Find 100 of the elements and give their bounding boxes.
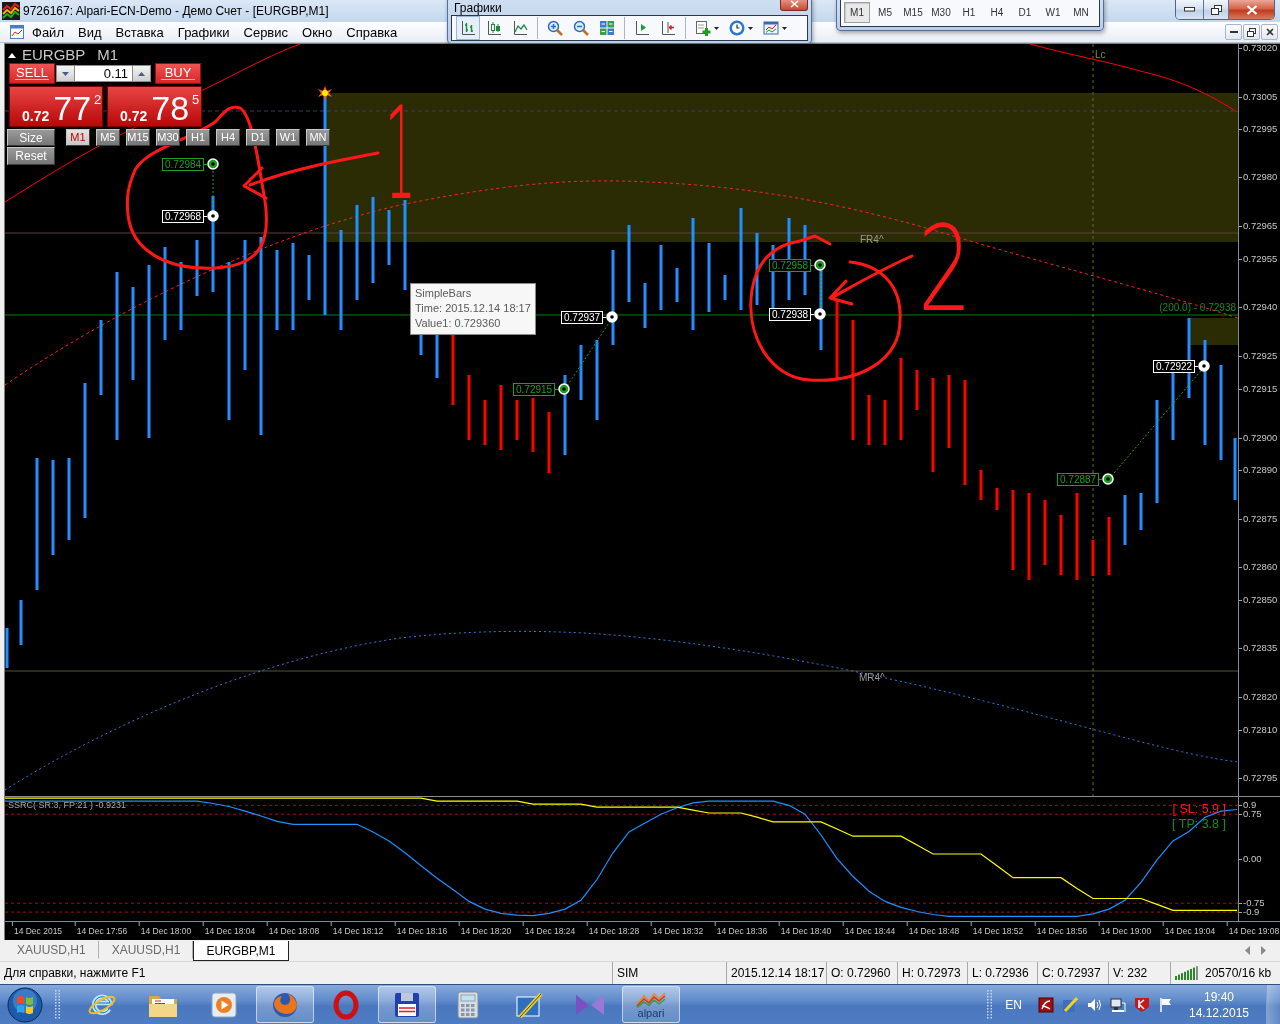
menu-item[interactable]: Графики (170, 22, 237, 42)
taskbar-button[interactable] (256, 986, 314, 1023)
app-logo-icon (2, 2, 20, 20)
period-button[interactable]: H1 (956, 2, 982, 23)
timeframe-button[interactable]: M1 (66, 129, 90, 146)
price-label: 0.72995 (1239, 123, 1278, 135)
chart-tab[interactable]: XAUUSD,H1 (4, 941, 99, 959)
axis-label: 0.00 (1239, 852, 1262, 865)
price-label: 0.72850 (1239, 594, 1278, 606)
period-button[interactable]: H4 (984, 2, 1010, 23)
high-price: H: 0.72973 (902, 966, 961, 980)
timeframe-button[interactable]: D1 (246, 129, 270, 146)
restore-button[interactable] (1243, 24, 1260, 40)
swirl-tile-icon[interactable] (1038, 996, 1054, 1013)
auto-scroll-icon (660, 20, 676, 36)
timeframe-button[interactable]: M5 (96, 129, 120, 146)
zoom-in-icon (547, 20, 563, 36)
price-label: 0.72820 (1239, 691, 1278, 703)
period-button[interactable]: M1 (844, 2, 870, 23)
line-label: FR4^ (860, 234, 884, 245)
timeframe-button[interactable]: W1 (276, 129, 300, 146)
menu-item[interactable]: Окно (295, 22, 340, 42)
price-tag: 0.72887 (1057, 472, 1100, 486)
help-text: Для справки, нажмите F1 (4, 966, 146, 980)
timeframe-button[interactable]: H1 (186, 129, 210, 146)
line-label: Lc (1095, 49, 1106, 60)
taskbar-button[interactable] (378, 986, 436, 1023)
timeframe-button[interactable]: M15 (126, 129, 150, 146)
caret-icon (782, 26, 787, 30)
restore-button[interactable] (1203, 0, 1228, 19)
shield-icon[interactable] (1134, 996, 1150, 1013)
network-icon[interactable] (1110, 996, 1126, 1013)
stop-loss-label: [ SL: 5.9 ] (1172, 802, 1226, 816)
minimize-button[interactable] (1225, 24, 1242, 40)
mode-label: SIM (617, 966, 639, 980)
period-button[interactable]: W1 (1040, 2, 1066, 23)
show-desktop-button[interactable] (1266, 984, 1280, 1024)
time-label: 14 Dec 18:28 (586, 922, 640, 937)
start-button[interactable] (5, 985, 45, 1024)
template-icon (763, 20, 779, 36)
period-button[interactable]: M5 (872, 2, 898, 23)
clock-icon (729, 20, 745, 36)
scroll-left-icon[interactable] (1245, 946, 1250, 955)
time-label: 14 Dec 18:52 (970, 922, 1024, 937)
time-label: 14 Dec 18:04 (202, 922, 256, 937)
close-button[interactable] (780, 0, 808, 11)
indicator-title: SSRC( SR:3, FP:21 ) -0.9231 (8, 800, 127, 811)
menu-item[interactable]: Справка (339, 22, 405, 42)
clock-time: 19:40 (1204, 988, 1234, 1005)
toolbar-window-title: Графики (453, 2, 502, 15)
timeframe-button[interactable]: H4 (216, 129, 240, 146)
period-button[interactable]: M15 (900, 2, 926, 23)
fox-globe-icon (271, 990, 299, 1019)
buy-button[interactable]: BUY (155, 63, 201, 84)
symbol-label: EURGBP (22, 47, 86, 63)
reset-button[interactable]: Reset (7, 147, 55, 165)
flag-icon[interactable] (1158, 996, 1174, 1013)
pen-icon[interactable] (1062, 996, 1078, 1013)
price-label: 0.72860 (1239, 561, 1278, 573)
menu-item[interactable]: Файл (25, 22, 71, 42)
tooltip-title: SimpleBars (415, 286, 473, 301)
candlestick-icon (486, 20, 502, 36)
price-label: 0.72795 (1239, 772, 1278, 784)
decrease-button[interactable] (56, 65, 75, 82)
chart-tab[interactable]: EURGBP,M1 (193, 941, 289, 961)
time-label: 14 Dec 18:56 (1034, 922, 1088, 937)
size-button[interactable]: Size (7, 129, 55, 146)
calculator-icon (457, 990, 479, 1019)
time-label: 14 Dec 18:48 (906, 922, 960, 937)
timeframe-button[interactable]: MN (306, 129, 330, 146)
price-tag: 0.72922 (1153, 359, 1196, 373)
handwritten-number: 1 (385, 90, 416, 218)
close-button[interactable] (1228, 0, 1274, 19)
price-label: 0.72810 (1239, 724, 1278, 736)
menu-item[interactable]: Сервис (236, 22, 296, 42)
lot-size-field[interactable]: 0.11 (75, 65, 132, 82)
collapse-triangle-icon[interactable] (8, 52, 16, 58)
minimize-button[interactable] (1176, 0, 1203, 19)
language-button[interactable]: EN (1003, 997, 1024, 1012)
minimize-icon (1229, 30, 1238, 34)
menu-item[interactable]: Вставка (108, 22, 171, 42)
chart-document-icon[interactable] (9, 24, 25, 40)
period-button[interactable]: MN (1068, 2, 1094, 23)
price-label: 0.72980 (1239, 171, 1278, 183)
close-button[interactable] (1261, 24, 1278, 40)
increase-button[interactable] (132, 65, 151, 82)
price-label: 0.72900 (1239, 432, 1278, 444)
time-label: 14 Dec 18:16 (394, 922, 448, 937)
timeframe-button[interactable]: M30 (156, 129, 180, 146)
price-label: 0.72890 (1239, 464, 1278, 476)
price-label: 0.73005 (1239, 91, 1278, 103)
up-triangle-icon (138, 71, 145, 76)
close-icon (789, 0, 799, 8)
bar-chart-button[interactable] (456, 16, 480, 40)
period-button[interactable]: D1 (1012, 2, 1038, 23)
menu-item[interactable]: Вид (70, 22, 109, 42)
sell-button[interactable]: SELL (9, 63, 55, 84)
period-button[interactable]: M30 (928, 2, 954, 23)
taskbar-button[interactable]: alpari (622, 986, 680, 1023)
scroll-right-icon[interactable] (1261, 946, 1266, 955)
